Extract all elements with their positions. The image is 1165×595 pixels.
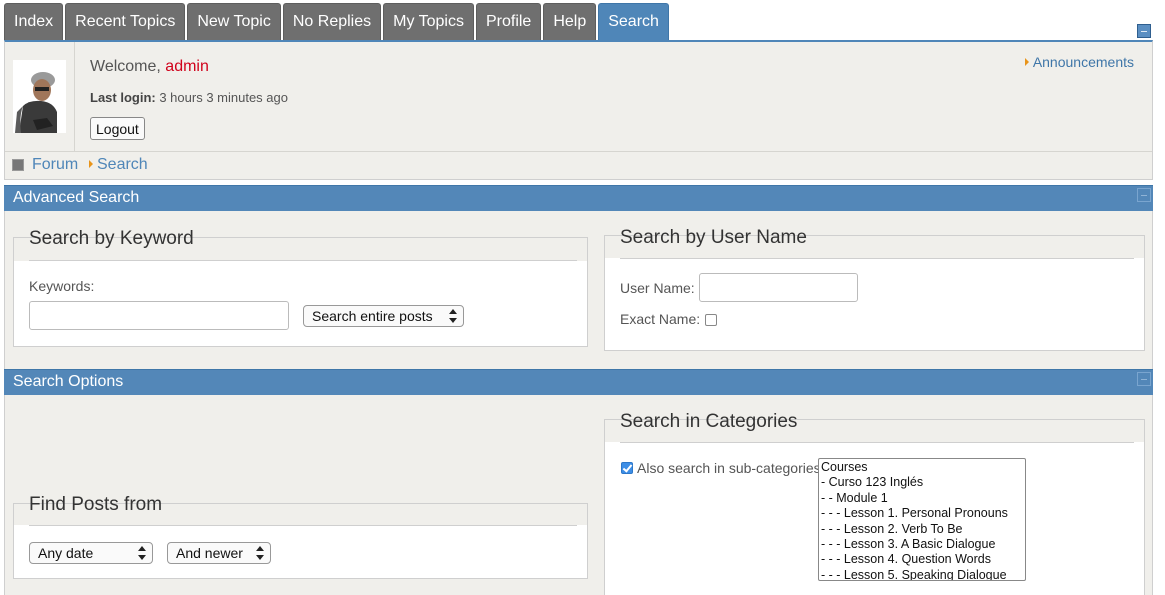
tab-recent-topics[interactable]: Recent Topics — [65, 3, 186, 40]
username-input[interactable] — [699, 273, 858, 302]
tab-no-replies[interactable]: No Replies — [282, 3, 382, 40]
breadcrumb-forum[interactable]: Forum — [32, 156, 78, 174]
category-option[interactable]: - Curso 123 Inglés — [821, 475, 1023, 490]
select-arrows-icon — [449, 309, 457, 323]
date-direction-value: And newer — [176, 545, 243, 561]
breadcrumb-search[interactable]: Search — [89, 156, 148, 174]
tab-help[interactable]: Help — [543, 3, 597, 40]
tab-search[interactable]: Search — [598, 3, 669, 40]
last-login-label: Last login: — [90, 90, 156, 105]
last-login: Last login: 3 hours 3 minutes ago — [90, 90, 288, 105]
username-label: User Name: — [620, 280, 695, 296]
find-posts-legend: Find Posts from — [29, 494, 163, 515]
last-login-value: 3 hours 3 minutes ago — [159, 90, 288, 105]
advanced-search-bar: Advanced Search — [4, 185, 1153, 211]
tab-my-topics[interactable]: My Topics — [383, 3, 474, 40]
categories-listbox[interactable]: Courses - Curso 123 Inglés - - Module 1- -… — [818, 458, 1026, 581]
tab-new-topic[interactable]: New Topic — [187, 3, 281, 40]
announcements-link[interactable]: Announcements — [1024, 54, 1134, 70]
date-direction-select[interactable]: And newer — [167, 542, 271, 564]
search-scope-value: Search entire posts — [312, 308, 433, 324]
search-options-bar: Search Options — [4, 369, 1153, 395]
select-arrows-icon — [138, 546, 146, 560]
welcome-prefix: Welcome, — [90, 58, 161, 75]
advanced-search-title: Advanced Search — [13, 189, 140, 206]
category-option[interactable]: - - - Lesson 3. A Basic Dialogue — [821, 537, 1023, 552]
exact-name-checkbox[interactable] — [705, 314, 717, 326]
date-select[interactable]: Any date — [29, 542, 153, 564]
category-option[interactable]: - - Module 1 — [821, 491, 1023, 506]
tab-profile[interactable]: Profile — [475, 3, 542, 40]
collapse-advanced-icon[interactable] — [1137, 188, 1151, 202]
avatar-image — [13, 60, 66, 133]
collapse-options-icon[interactable] — [1137, 372, 1151, 386]
username-link[interactable]: admin — [165, 58, 209, 75]
announcements-label: Announcements — [1032, 54, 1134, 70]
category-option[interactable]: - - - Lesson 5. Speaking Dialogue — [821, 568, 1023, 580]
username-legend: Search by User Name — [620, 227, 807, 248]
subcategories-checkbox[interactable] — [621, 462, 633, 474]
breadcrumb-search-label: Search — [97, 156, 148, 173]
keywords-label: Keywords: — [29, 278, 95, 294]
category-option[interactable]: - - - Lesson 2. Verb To Be — [821, 522, 1023, 537]
keywords-input[interactable] — [29, 301, 289, 330]
logout-button[interactable]: Logout — [90, 117, 145, 140]
category-option[interactable]: Courses — [821, 460, 1023, 475]
category-option[interactable]: - - - Lesson 4. Question Words — [821, 552, 1023, 567]
orange-triangle-icon — [1024, 58, 1029, 67]
collapse-header-icon[interactable] — [1137, 24, 1151, 38]
square-icon — [12, 159, 24, 171]
tab-index[interactable]: Index — [4, 3, 64, 40]
welcome-text: Welcome, admin — [90, 58, 209, 76]
find-posts-fieldset: Find Posts from Any date And newer — [13, 494, 588, 579]
subcategories-label: Also search in sub-categories — [637, 460, 821, 476]
search-options-title: Search Options — [13, 373, 124, 390]
select-arrows-icon — [256, 546, 264, 560]
exact-name-label: Exact Name: — [620, 311, 701, 327]
breadcrumb: Forum Search — [5, 151, 1152, 180]
advanced-search-panel: Search by Keyword Keywords: Search entir… — [4, 211, 1153, 369]
username-fieldset: Search by User Name User Name: Exact Nam… — [604, 227, 1145, 351]
nav-tabs: Index Recent Topics New Topic No Replies My … — [4, 3, 671, 40]
user-panel: Welcome, admin Last login: 3 hours 3 min… — [4, 40, 1153, 180]
category-option[interactable]: - - - Lesson 1. Personal Pronouns — [821, 506, 1023, 521]
search-scope-select[interactable]: Search entire posts — [303, 305, 464, 327]
avatar-cell — [5, 42, 75, 151]
avatar — [13, 60, 66, 133]
date-select-value: Any date — [38, 545, 94, 561]
categories-legend: Search in Categories — [620, 411, 798, 432]
orange-triangle-icon — [89, 159, 93, 168]
keyword-fieldset: Search by Keyword Keywords: Search entir… — [13, 228, 588, 347]
keyword-legend: Search by Keyword — [29, 228, 194, 249]
